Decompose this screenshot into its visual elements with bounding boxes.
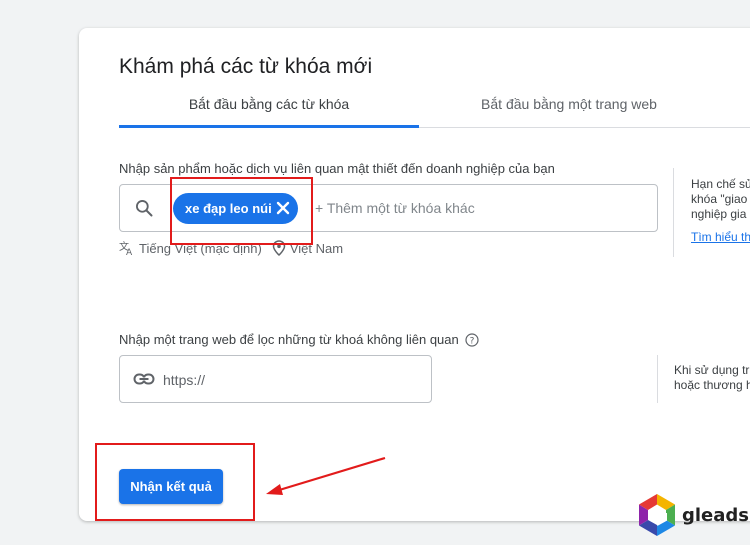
logo-text: gleads <box>682 504 750 526</box>
side-note-keywords: Hạn chế sử khóa "giao nghiệp gia Tìm hiể… <box>691 177 750 245</box>
side-note-line: hoặc thương h <box>674 378 750 392</box>
website-label-text: Nhập một trang web để lọc những từ khoá … <box>119 332 459 347</box>
svg-text:A: A <box>126 248 133 256</box>
submit-button-highlight <box>95 443 255 521</box>
translate-icon: 文 A <box>119 240 133 256</box>
learn-more-link[interactable]: Tìm hiểu th <box>691 230 750 245</box>
side-note-line: Khi sử dụng tr <box>674 363 750 377</box>
side-note-line: khóa "giao <box>691 192 748 206</box>
gleads-logo: gleads <box>636 492 749 538</box>
add-keyword-placeholder[interactable]: + Thêm một từ khóa khác <box>315 200 475 216</box>
side-note-line: nghiệp gia <box>691 207 747 221</box>
gleads-logo-mark <box>639 494 675 536</box>
tab-start-with-keywords[interactable]: Bắt đầu bằng các từ khóa <box>119 96 419 112</box>
tab-start-with-website[interactable]: Bắt đầu bằng một trang web <box>439 96 699 112</box>
active-tab-indicator <box>119 125 419 128</box>
keywords-label: Nhập sản phẩm hoặc dịch vụ liên quan mật… <box>119 161 555 176</box>
side-note-line: Hạn chế sử <box>691 177 750 191</box>
svg-text:?: ? <box>469 336 474 346</box>
side-divider <box>673 168 674 257</box>
help-icon[interactable]: ? <box>465 332 479 347</box>
keyword-chip-highlight <box>170 177 313 245</box>
search-icon <box>136 200 153 217</box>
side-note-website: Khi sử dụng tr hoặc thương h <box>674 363 750 393</box>
url-placeholder[interactable]: https:// <box>163 372 205 388</box>
website-label: Nhập một trang web để lọc những từ khoá … <box>119 332 479 347</box>
arrow-annotation <box>266 456 386 495</box>
website-url-input[interactable]: https:// <box>119 355 432 403</box>
tab-divider <box>419 127 750 128</box>
side-divider <box>657 355 658 403</box>
page-title: Khám phá các từ khóa mới <box>119 55 373 78</box>
link-icon <box>133 373 155 385</box>
